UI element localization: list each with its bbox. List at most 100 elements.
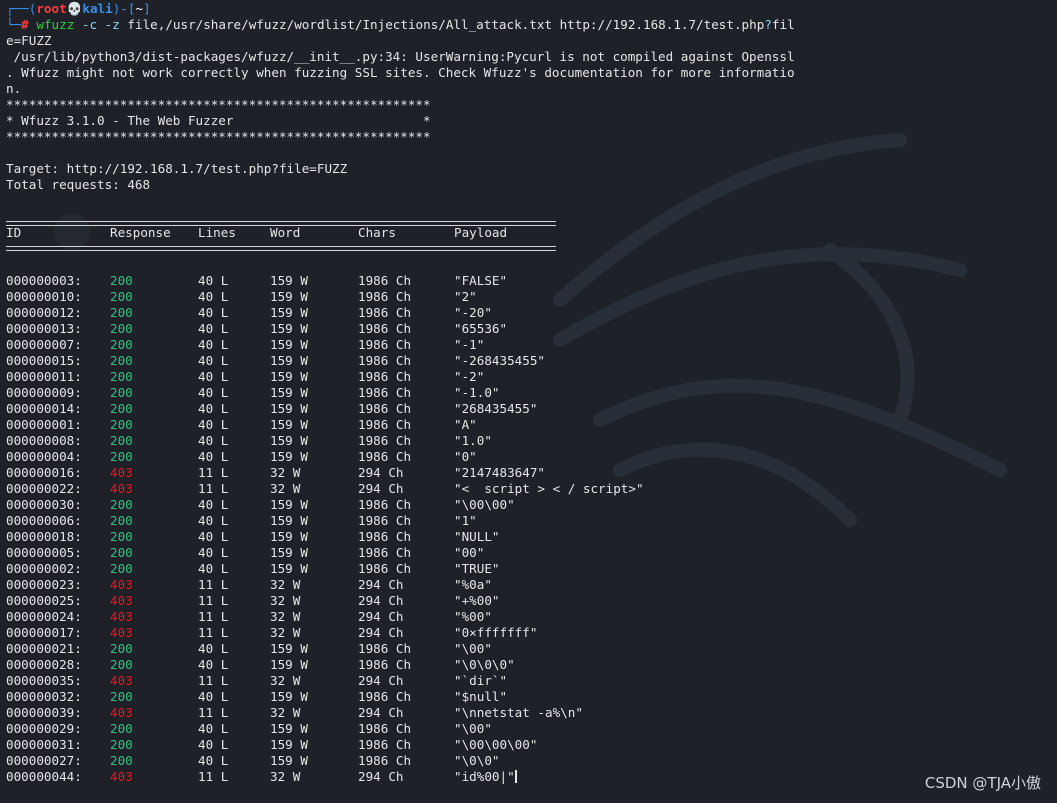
row-word: 32 W [270, 769, 301, 784]
target-line: Target: http://192.168.1.7/test.php?file… [6, 161, 348, 176]
row-payload: "NULL" [454, 529, 500, 544]
table-row: 000000012: 200 40 L 159 W 1986 Ch "-20" [6, 305, 1051, 321]
row-chars: 1986 Ch [358, 753, 412, 768]
header-payload: Payload [454, 225, 508, 240]
row-lines: 40 L [198, 417, 229, 432]
banner-top: ****************************************… [6, 97, 431, 112]
row-word: 32 W [270, 625, 301, 640]
row-word: 159 W [270, 641, 308, 656]
row-payload: "-2" [454, 369, 485, 384]
header-word: Word [270, 225, 301, 240]
row-word: 32 W [270, 465, 301, 480]
row-word: 159 W [270, 689, 308, 704]
row-chars: 294 Ch [358, 593, 404, 608]
row-word: 32 W [270, 673, 301, 688]
row-lines: 11 L [198, 609, 229, 624]
row-id: 000000009: [6, 385, 82, 400]
warning-line-3: n. [6, 81, 22, 96]
row-chars: 294 Ch [358, 481, 404, 496]
row-chars: 1986 Ch [358, 305, 412, 320]
table-row: 000000013: 200 40 L 159 W 1986 Ch "65536" [6, 321, 1051, 337]
table-row: 000000025: 403 11 L 32 W 294 Ch "+%00" [6, 593, 1051, 609]
table-row: 000000029: 200 40 L 159 W 1986 Ch "\00" [6, 721, 1051, 737]
row-response: 200 [110, 385, 133, 400]
row-id: 000000002: [6, 561, 82, 576]
row-id: 000000021: [6, 641, 82, 656]
row-id: 000000017: [6, 625, 82, 640]
row-payload: "\00" [454, 641, 492, 656]
row-lines: 40 L [198, 529, 229, 544]
row-chars: 1986 Ch [358, 689, 412, 704]
row-chars: 1986 Ch [358, 497, 412, 512]
row-lines: 40 L [198, 657, 229, 672]
row-lines: 11 L [198, 465, 229, 480]
row-id: 000000005: [6, 545, 82, 560]
table-row: 000000014: 200 40 L 159 W 1986 Ch "268435455" [6, 401, 1051, 417]
row-response: 403 [110, 577, 133, 592]
row-response: 403 [110, 673, 133, 688]
table-row: 000000010: 200 40 L 159 W 1986 Ch "2" [6, 289, 1051, 305]
row-id: 000000035: [6, 673, 82, 688]
table-row: 000000005: 200 40 L 159 W 1986 Ch "00" [6, 545, 1051, 561]
row-payload: "%0a" [454, 577, 492, 592]
row-id: 000000006: [6, 513, 82, 528]
row-word: 159 W [270, 513, 308, 528]
row-response: 200 [110, 529, 133, 544]
table-row: 000000015: 200 40 L 159 W 1986 Ch "-268435455… [6, 353, 1051, 369]
table-row: 000000018: 200 40 L 159 W 1986 Ch "NULL" [6, 529, 1051, 545]
row-payload: "TRUE" [454, 561, 500, 576]
row-lines: 40 L [198, 561, 229, 576]
row-response: 403 [110, 465, 133, 480]
skull-icon: 💀 [66, 1, 83, 16]
table-row: 000000023: 403 11 L 32 W 294 Ch "%0a" [6, 577, 1051, 593]
row-chars: 1986 Ch [358, 657, 412, 672]
row-payload: "-1" [454, 337, 485, 352]
table-row: 000000001: 200 40 L 159 W 1986 Ch "A" [6, 417, 1051, 433]
row-response: 200 [110, 289, 133, 304]
table-row: 000000004: 200 40 L 159 W 1986 Ch "0" [6, 449, 1051, 465]
row-chars: 294 Ch [358, 609, 404, 624]
row-id: 000000007: [6, 337, 82, 352]
row-word: 159 W [270, 561, 308, 576]
row-response: 200 [110, 513, 133, 528]
row-id: 000000010: [6, 289, 82, 304]
row-response: 200 [110, 641, 133, 656]
command-line-wrap: e=FUZZ [6, 33, 52, 48]
row-chars: 1986 Ch [358, 321, 412, 336]
row-response: 200 [110, 305, 133, 320]
row-chars: 1986 Ch [358, 433, 412, 448]
banner-title: * Wfuzz 3.1.0 - The Web Fuzzer * [6, 113, 431, 128]
header-chars: Chars [358, 225, 396, 240]
row-chars: 294 Ch [358, 705, 404, 720]
row-word: 32 W [270, 577, 301, 592]
header-rule-bottom [6, 246, 556, 251]
row-id: 000000044: [6, 769, 82, 784]
row-lines: 40 L [198, 513, 229, 528]
row-lines: 40 L [198, 689, 229, 704]
row-payload: "2147483647" [454, 465, 545, 480]
row-payload: "1" [454, 513, 477, 528]
row-payload: "%00" [454, 609, 492, 624]
row-lines: 40 L [198, 369, 229, 384]
row-payload: "1.0" [454, 433, 492, 448]
row-lines: 40 L [198, 737, 229, 752]
row-payload: "-1.0" [454, 385, 500, 400]
row-chars: 294 Ch [358, 465, 404, 480]
row-word: 159 W [270, 497, 308, 512]
row-payload: "\00\00\00" [454, 737, 538, 752]
terminal-output[interactable]: ┌──(root💀kali)-[~] └─# wfuzz -c -z file,… [6, 1, 1051, 785]
row-payload: "\0\0" [454, 753, 500, 768]
row-id: 000000014: [6, 401, 82, 416]
row-response: 200 [110, 449, 133, 464]
row-word: 32 W [270, 481, 301, 496]
table-row: 000000028: 200 40 L 159 W 1986 Ch "\0\0\0" [6, 657, 1051, 673]
warning-line-2: . Wfuzz might not work correctly when fu… [6, 65, 795, 80]
table-row: 000000039: 403 11 L 32 W 294 Ch "\nnetstat -a… [6, 705, 1051, 721]
row-id: 000000004: [6, 449, 82, 464]
row-chars: 1986 Ch [358, 529, 412, 544]
row-chars: 1986 Ch [358, 561, 412, 576]
row-chars: 294 Ch [358, 625, 404, 640]
row-chars: 1986 Ch [358, 289, 412, 304]
row-payload: "A" [454, 417, 477, 432]
row-chars: 1986 Ch [358, 353, 412, 368]
